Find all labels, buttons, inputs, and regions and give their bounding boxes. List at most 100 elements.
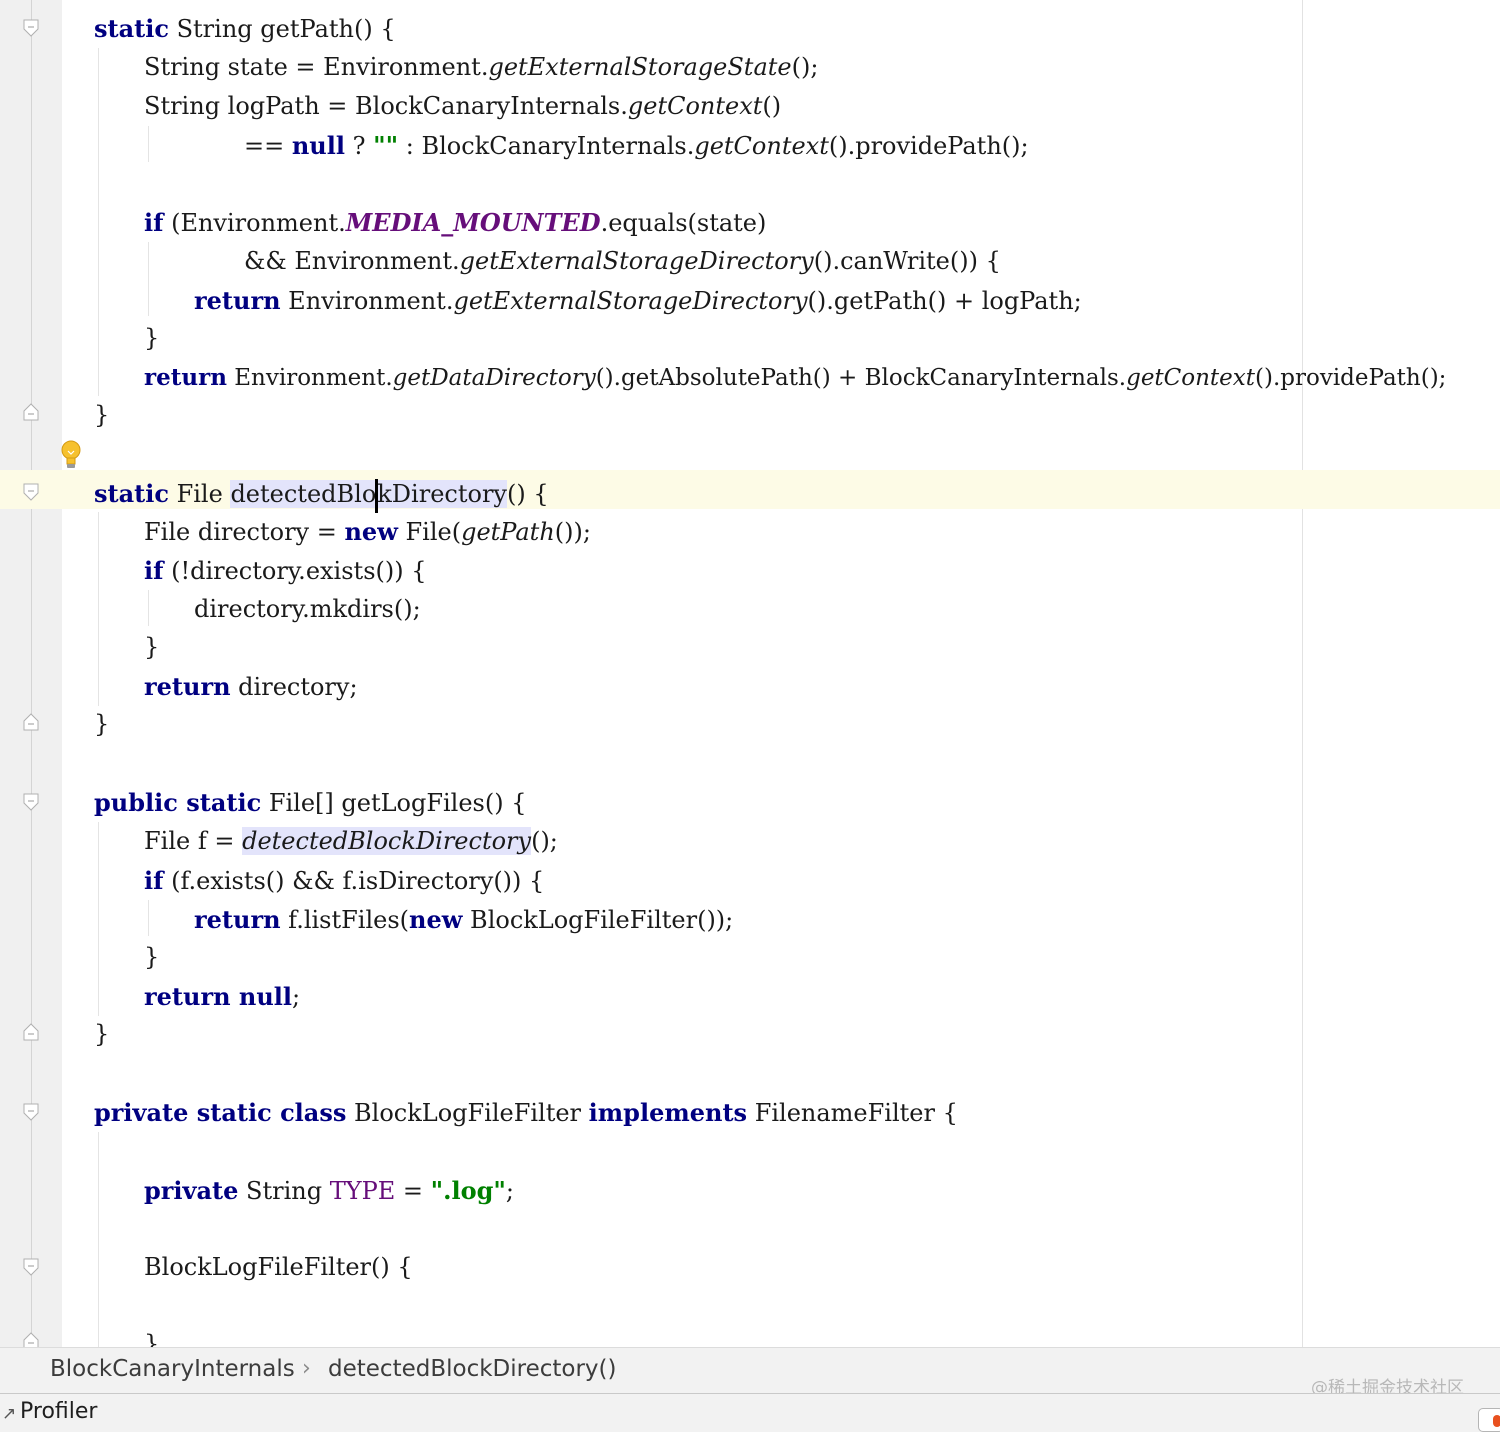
code-text: File	[168, 480, 231, 508]
code-line: static String getPath() {	[94, 9, 396, 48]
keyword: new	[409, 905, 463, 934]
code-text: ;	[292, 983, 301, 1011]
code-line: }	[144, 628, 159, 667]
string-literal: ""	[373, 131, 399, 160]
code-line: BlockLogFileFilter() {	[144, 1248, 413, 1287]
code-line: if (!directory.exists()) {	[144, 551, 427, 590]
code-line: private static class BlockLogFileFilter …	[94, 1093, 958, 1132]
keyword: return	[194, 286, 281, 315]
notification-widget[interactable]	[1478, 1408, 1500, 1432]
code-text: =	[395, 1177, 431, 1205]
breadcrumb-class[interactable]: BlockCanaryInternals	[50, 1356, 295, 1382]
code-text: (Environment.	[163, 209, 346, 237]
code-line: }	[144, 938, 159, 977]
keyword: new	[344, 517, 398, 546]
static-call: getPath	[461, 518, 555, 546]
code-text: ;	[505, 1177, 514, 1205]
code-text: ());	[554, 518, 591, 546]
code-text: Environment.	[280, 287, 454, 315]
profiler-icon[interactable]: ↗	[2, 1404, 16, 1424]
code-text: ().getAbsolutePath() + BlockCanaryIntern…	[595, 365, 1127, 391]
keyword: private	[144, 1176, 239, 1205]
code-text: ().getPath() + logPath;	[807, 287, 1082, 315]
code-text: ().providePath();	[1255, 365, 1447, 391]
breadcrumb-method[interactable]: detectedBlockDirectory()	[328, 1356, 617, 1382]
code-text: ?	[345, 132, 374, 160]
code-text: BlockLogFileFilter() {	[144, 1253, 413, 1281]
code-line: return f.listFiles(new BlockLogFileFilte…	[194, 900, 733, 939]
code-text: File(	[397, 518, 462, 546]
keyword: return	[144, 672, 231, 701]
keyword: return	[144, 364, 227, 391]
code-text: directory.mkdirs();	[194, 595, 421, 623]
code-text: ();	[791, 53, 819, 81]
code-line: return Environment.getDataDirectory().ge…	[144, 358, 1446, 397]
code-text: BlockLogFileFilter	[346, 1099, 589, 1127]
code-text: }	[94, 401, 110, 429]
keyword: implements	[588, 1098, 748, 1127]
code-text: Environment.	[226, 365, 393, 391]
code-text: }	[94, 710, 110, 738]
code-text: ().canWrite()) {	[813, 247, 1001, 275]
code-text: directory;	[230, 673, 358, 701]
code-text: }	[144, 324, 160, 352]
keyword: public static	[94, 788, 262, 817]
code-text: kDirectory	[377, 480, 507, 508]
keyword: if	[144, 208, 164, 237]
code-text: ().providePath();	[828, 132, 1029, 160]
code-line: return Environment.getExternalStorageDir…	[194, 281, 1082, 320]
code-line: == null ? "" : BlockCanaryInternals.getC…	[244, 126, 1029, 165]
code-text: : BlockCanaryInternals.	[398, 132, 695, 160]
static-call: getDataDirectory	[392, 365, 596, 391]
keyword: if	[144, 866, 164, 895]
code-line: File f = detectedBlockDirectory();	[144, 822, 558, 861]
method-name-highlight[interactable]: detectedBlokDirectory	[230, 478, 507, 513]
code-line: public static File[] getLogFiles() {	[94, 783, 527, 822]
code-text: String getPath() {	[168, 15, 396, 43]
code-line: directory.mkdirs();	[194, 590, 421, 629]
string-literal: ".log"	[430, 1176, 506, 1205]
keyword: static	[94, 479, 169, 508]
keyword: private static class	[94, 1098, 347, 1127]
notification-indicator-icon	[1493, 1415, 1500, 1427]
static-call: getContext	[694, 132, 829, 160]
static-call: getContext	[1126, 365, 1255, 391]
static-call: getContext	[627, 92, 763, 120]
code-text: String state = Environment.	[144, 53, 489, 81]
keyword: return	[194, 905, 281, 934]
code-text: File[] getLogFiles() {	[261, 789, 527, 817]
chevron-right-icon: ›	[302, 1356, 311, 1381]
code-text: ()	[762, 92, 782, 120]
code-line: File directory = new File(getPath());	[144, 512, 591, 551]
code-line: && Environment.getExternalStorageDirecto…	[244, 242, 1001, 281]
method-usage-highlight[interactable]: detectedBlockDirectory	[242, 827, 532, 855]
code-line: String logPath = BlockCanaryInternals.ge…	[144, 87, 781, 126]
code-text: String logPath = BlockCanaryInternals.	[144, 92, 628, 120]
code-line: }	[94, 396, 109, 435]
code-line: String state = Environment.getExternalSt…	[144, 48, 818, 87]
code-text: && Environment.	[244, 247, 460, 275]
static-call: getExternalStorageDirectory	[453, 287, 808, 315]
keyword: null	[291, 131, 345, 160]
code-line: }	[94, 1015, 109, 1054]
code-line: return directory;	[144, 667, 358, 706]
code-text: ();	[531, 827, 558, 855]
code-line: }	[144, 319, 159, 358]
code-text: (!directory.exists()) {	[163, 557, 427, 585]
code-text: .equals(state)	[600, 209, 767, 237]
keyword: if	[144, 556, 164, 585]
code-text: () {	[506, 480, 549, 508]
code-text: File f =	[144, 827, 243, 855]
code-editor[interactable]: static String getPath() { String state =…	[0, 0, 1500, 1347]
keyword: return null	[144, 982, 293, 1011]
code-text: ==	[244, 132, 292, 160]
code-line: }	[94, 705, 109, 744]
code-text: (f.exists() && f.isDirectory()) {	[163, 867, 545, 895]
code-line: private String TYPE = ".log";	[144, 1171, 514, 1210]
breadcrumb: BlockCanaryInternals › detectedBlockDire…	[0, 1347, 1500, 1394]
profiler-tab[interactable]: Profiler	[20, 1399, 97, 1424]
code-line: if (f.exists() && f.isDirectory()) {	[144, 861, 544, 900]
field-name: TYPE	[329, 1177, 396, 1205]
code-text: }	[94, 1020, 110, 1048]
code-line: if (Environment.MEDIA_MOUNTED.equals(sta…	[144, 203, 766, 242]
